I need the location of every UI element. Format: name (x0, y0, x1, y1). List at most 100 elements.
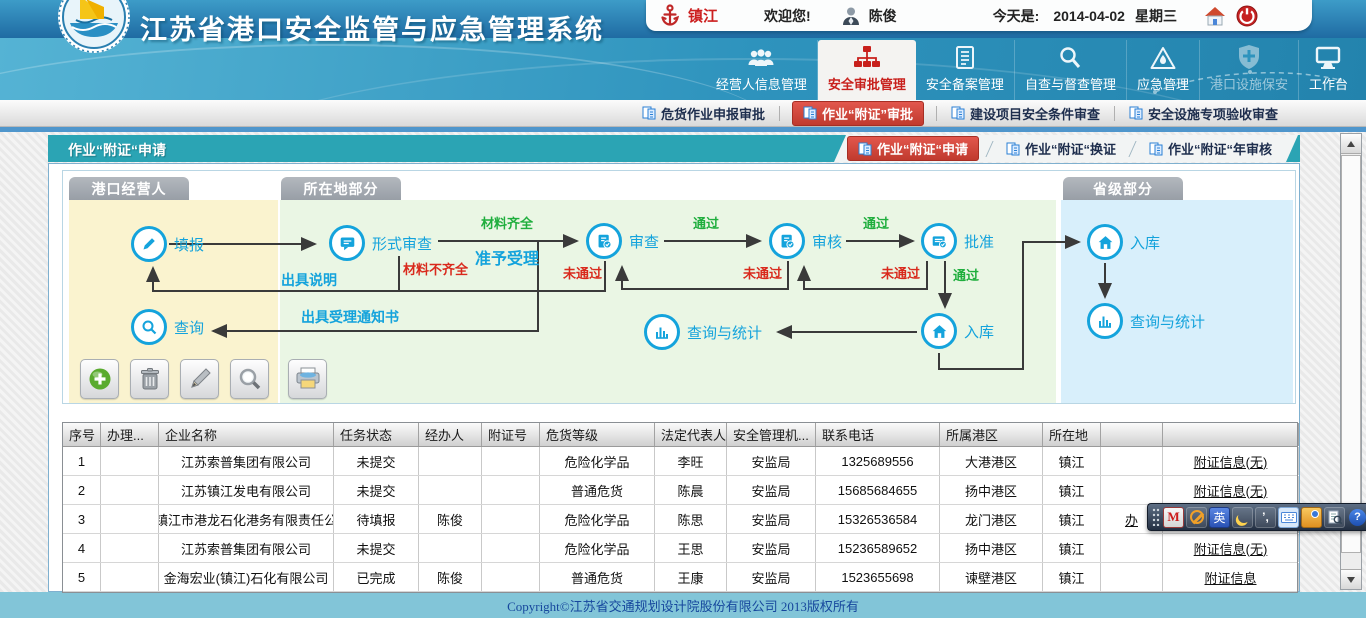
tab-self-inspection[interactable]: 自查与督查管理 (1015, 40, 1127, 100)
action-attached-cert-annual-review[interactable]: 作业“附证“年审核 (1133, 139, 1288, 158)
table-cell (1101, 534, 1163, 562)
table-cell: 江苏索普集团有限公司 (159, 534, 334, 562)
subnav-construction-safety-review[interactable]: 建设项目安全条件审查 (937, 102, 1114, 125)
add-button[interactable] (80, 359, 119, 399)
table-cell: 15236589652 (816, 534, 940, 562)
ime-method-icon[interactable]: M (1163, 507, 1184, 528)
edit-button[interactable] (180, 359, 219, 399)
flow-node-approve: 批准 (921, 223, 994, 259)
form-icon (858, 142, 872, 156)
column-header: 企业名称 (159, 423, 334, 446)
cert-info-link[interactable]: 附证信息 (1204, 568, 1256, 587)
table-cell: 陈晨 (655, 476, 727, 504)
ime-skin-palette-icon[interactable] (1301, 507, 1322, 528)
applications-table: 序号办理...企业名称任务状态经办人附证号危货等级法定代表人安全管理机...联系… (62, 422, 1298, 593)
form-icon (803, 106, 817, 120)
tab-label: 工作台 (1309, 74, 1348, 93)
flow-node-review: 审查 (586, 223, 659, 259)
tab-label: 经营人信息管理 (716, 74, 807, 93)
table-cell: 5 (63, 563, 101, 591)
printer-icon (295, 367, 321, 391)
tab-operator-info[interactable]: 经营人信息管理 (706, 40, 818, 100)
table-cell: 危险化学品 (540, 534, 655, 562)
form-icon (1149, 142, 1163, 156)
cert-info-link[interactable]: 附证信息(无) (1194, 481, 1268, 500)
divider (779, 106, 780, 121)
table-cell: 未提交 (334, 447, 419, 475)
action-attached-cert-renew[interactable]: 作业“附证“换证 (990, 139, 1132, 158)
table-cell: 安监局 (727, 505, 816, 533)
ime-punctuation-icon[interactable]: ’, (1255, 507, 1276, 528)
ime-fullwidth-moon-icon[interactable] (1232, 507, 1253, 528)
table-cell: 15685684655 (816, 476, 940, 504)
avatar (839, 4, 863, 28)
workflow-diagram: 港口经营人 所在地部分 省级部分 填报 (62, 170, 1296, 404)
table-row: 2江苏镇江发电有限公司未提交普通危货陈晨安监局15685684655扬中港区镇江… (63, 476, 1297, 505)
table-body: 1江苏索普集团有限公司未提交危险化学品李旺安监局1325689556大港港区镇江… (63, 447, 1297, 592)
column-header: 联系电话 (816, 423, 940, 446)
triangle-down-icon (1347, 577, 1355, 583)
table-cell: 镇江 (1043, 476, 1101, 504)
search-button[interactable] (230, 359, 269, 399)
scrollbar-thumb[interactable] (1341, 155, 1361, 553)
column-header: 法定代表人 (655, 423, 727, 446)
table-cell: 1523655698 (816, 563, 940, 591)
table-cell: 安监局 (727, 563, 816, 591)
action-attached-cert-apply[interactable]: 作业“附证“申请 (847, 136, 979, 161)
ime-lookup-icon[interactable] (1324, 507, 1345, 528)
table-row: 3镇江市港龙石化港务有限责任公待填报陈俊危险化学品陈思安监局1532653658… (63, 505, 1297, 534)
tab-workbench[interactable]: 工作台 (1299, 40, 1358, 100)
magnifier-icon (1058, 40, 1082, 70)
subnav-dangerous-cargo-approval[interactable]: 危货作业申报审批 (628, 102, 779, 125)
home-icon[interactable] (1203, 4, 1227, 28)
tab-label: 应急管理 (1137, 74, 1189, 93)
table-cell (1101, 447, 1163, 475)
scroll-up-button[interactable] (1341, 134, 1361, 154)
table-cell (1101, 476, 1163, 504)
main-nav: 经营人信息管理 安全审批管理 (706, 40, 1358, 100)
table-cell: 龙门港区 (940, 505, 1043, 533)
table-cell: 1 (63, 447, 101, 475)
table-cell (101, 534, 159, 562)
ime-language-toggle-icon[interactable]: 英 (1209, 507, 1230, 528)
subnav-attached-cert-approval[interactable]: 作业“附证”审批 (792, 101, 924, 126)
tab-emergency[interactable]: 应急管理 (1127, 40, 1200, 100)
ime-disable-icon[interactable] (1186, 507, 1207, 528)
delete-button[interactable] (130, 359, 169, 399)
table-row: 1江苏索普集团有限公司未提交危险化学品李旺安监局1325689556大港港区镇江… (63, 447, 1297, 476)
tab-port-security[interactable]: 港口设施保安 (1200, 40, 1299, 100)
logout-power-icon[interactable] (1235, 4, 1259, 28)
cert-info-link[interactable]: 附证信息(无) (1194, 539, 1268, 558)
user-info-bar: 镇江 欢迎您! 陈俊 今天是: 2014-04-02 星期三 (646, 0, 1312, 31)
weekday-value: 星期三 (1135, 6, 1177, 26)
flow-node-query: 查询 (131, 309, 204, 345)
table-cell (482, 534, 540, 562)
footer: Copyright©江苏省交通规划设计院股份有限公司 2013版权所有 (0, 592, 1366, 618)
table-cell: 1325689556 (816, 447, 940, 475)
cert-info-link[interactable]: 附证信息(无) (1194, 452, 1268, 471)
user-name: 陈俊 (869, 6, 897, 26)
comment-icon (329, 225, 365, 261)
tab-label: 安全审批管理 (828, 74, 906, 93)
flow-node-store-province: 入库 (1087, 224, 1160, 260)
table-cell: 待填报 (334, 505, 419, 533)
bar-chart-icon (1087, 303, 1123, 339)
flow-node-query-stats-province: 查询与统计 (1087, 303, 1205, 339)
table-cell: 大港港区 (940, 447, 1043, 475)
scroll-down-button[interactable] (1341, 569, 1361, 589)
ime-grip-handle[interactable] (1152, 508, 1160, 526)
subnav-safety-facility-acceptance[interactable]: 安全设施专项验收审查 (1115, 102, 1292, 125)
column-header (1163, 423, 1299, 446)
today-label: 今天是: (993, 6, 1040, 26)
table-cell (482, 447, 540, 475)
handle-link[interactable]: 办 (1125, 510, 1138, 529)
tab-safety-record[interactable]: 安全备案管理 (916, 40, 1015, 100)
tab-safety-approval[interactable]: 安全审批管理 (818, 40, 916, 100)
ime-softkeyboard-icon[interactable] (1278, 507, 1299, 528)
tab-label: 安全备案管理 (926, 74, 1004, 93)
anchor-icon (658, 4, 682, 28)
print-button[interactable] (288, 359, 327, 399)
ime-help-icon[interactable]: ? (1347, 507, 1366, 528)
shield-icon (1237, 40, 1261, 70)
form-icon (951, 106, 965, 120)
